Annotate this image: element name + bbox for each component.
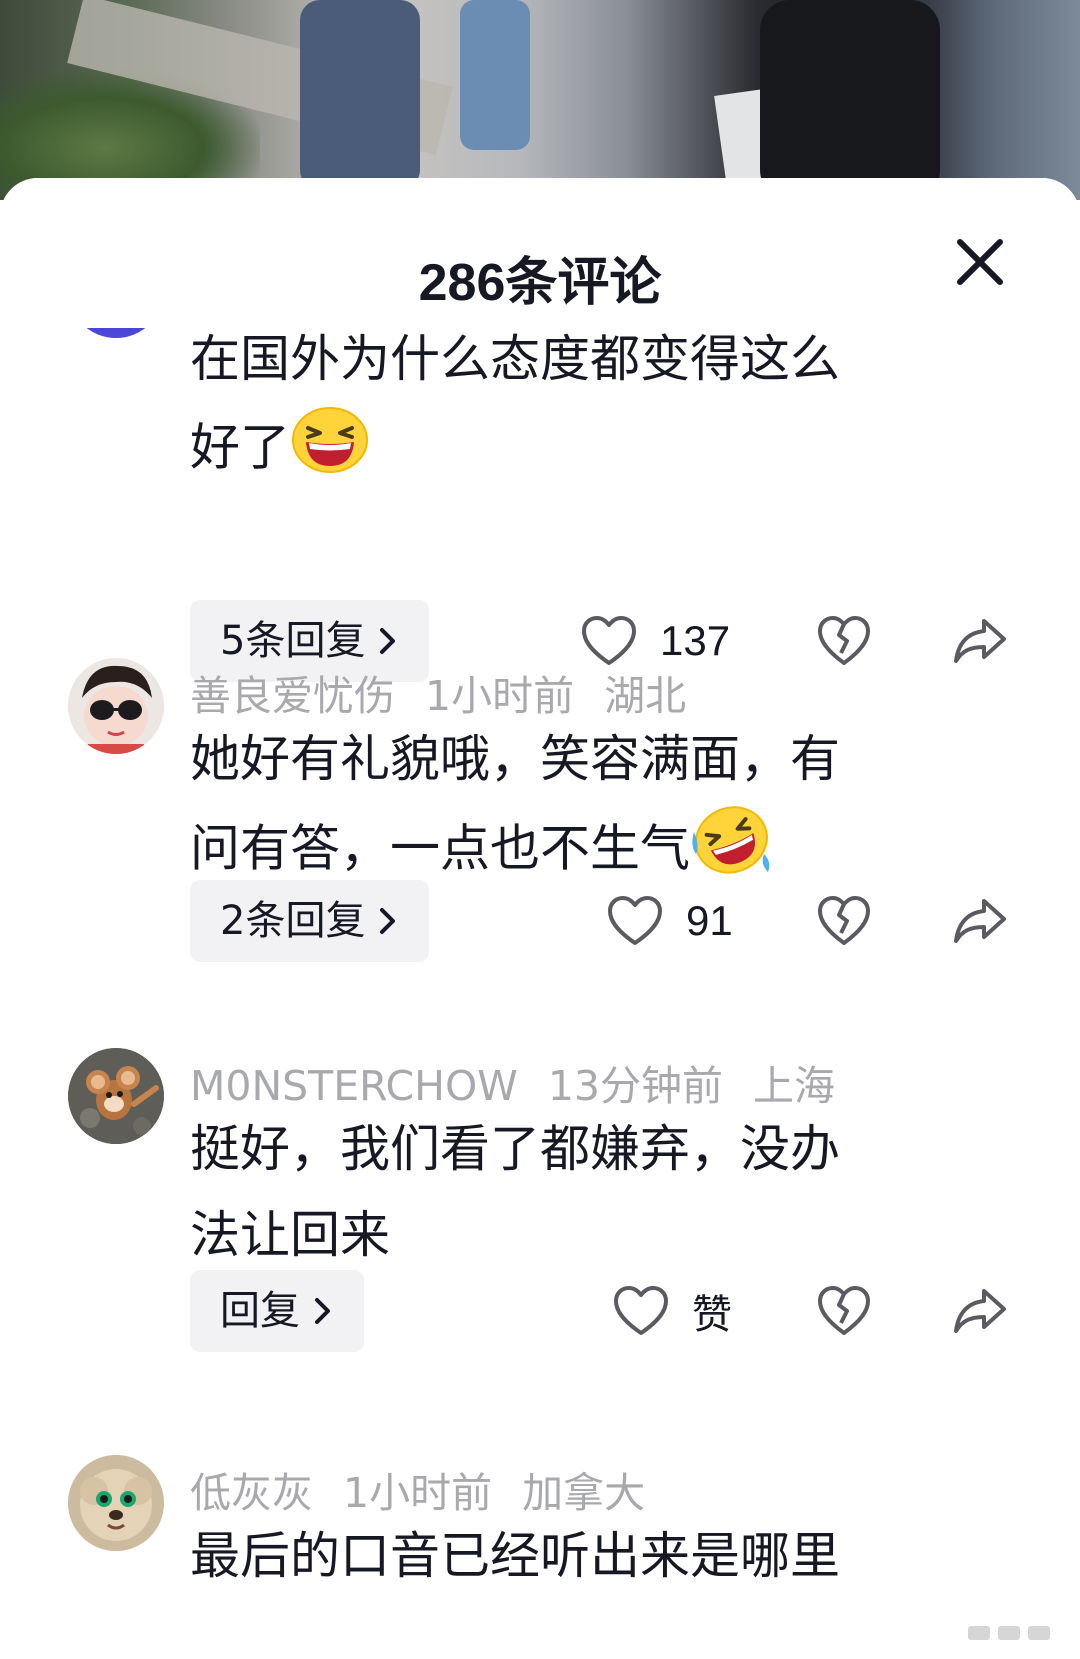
- username[interactable]: 善良爱忧伤: [190, 672, 395, 720]
- close-button[interactable]: [948, 230, 1012, 294]
- reply-label: 回复: [220, 1288, 300, 1334]
- share-button[interactable]: [950, 891, 1010, 951]
- broken-heart-icon: [814, 891, 874, 951]
- heart-icon: [580, 614, 638, 668]
- comment-sheet: 在国外为什么态度都变得这么 好了 5条回复 137 善良爱忧伤 1小时前 湖北 …: [0, 178, 1080, 1659]
- avatar[interactable]: [68, 1455, 164, 1551]
- share-arrow-icon: [950, 1281, 1010, 1341]
- view-replies-label: 2条回复: [220, 898, 366, 944]
- avatar[interactable]: [68, 658, 164, 754]
- like-count: 赞: [692, 1292, 732, 1338]
- chevron-right-icon: [377, 882, 399, 964]
- timestamp: 1小时前: [425, 672, 575, 720]
- like-button[interactable]: 91: [606, 880, 733, 962]
- share-button[interactable]: [950, 611, 1010, 671]
- like-count: 137: [660, 617, 731, 664]
- dislike-button[interactable]: [814, 1281, 874, 1341]
- video-frame: [0, 0, 1080, 200]
- share-arrow-icon: [950, 891, 1010, 951]
- video-person-jeans: [300, 0, 420, 190]
- broken-heart-icon: [814, 611, 874, 671]
- dislike-button[interactable]: [814, 891, 874, 951]
- location: 上海: [753, 1062, 835, 1110]
- comment-count-title: 286条评论: [418, 254, 662, 312]
- comment-text: 她好有礼貌哦，笑容满面，有 问有答，一点也不生气: [190, 716, 990, 902]
- close-icon: [948, 239, 1012, 298]
- chevron-right-icon: [312, 1272, 334, 1354]
- video-person-legs: [460, 0, 530, 150]
- dislike-button[interactable]: [814, 611, 874, 671]
- comment-text: 挺好，我们看了都嫌弃，没办 法让回来: [190, 1120, 840, 1264]
- location: 湖北: [604, 672, 687, 720]
- broken-heart-icon: [814, 1281, 874, 1341]
- comment-actions: 2条回复 91: [0, 880, 1080, 962]
- comment-actions: 回复 赞: [0, 1270, 1080, 1352]
- share-arrow-icon: [950, 611, 1010, 671]
- video-person-dark-coat: [760, 0, 940, 200]
- comment-text: 在国外为什么态度都变得这么 好了: [190, 316, 990, 500]
- heart-icon: [612, 1284, 670, 1338]
- username[interactable]: 低灰灰: [190, 1469, 313, 1517]
- heart-icon: [606, 894, 664, 948]
- scroll-indicator: [964, 1618, 1056, 1648]
- view-replies-label: 5条回复: [220, 618, 366, 664]
- reply-button[interactable]: 回复: [190, 1270, 364, 1352]
- username[interactable]: M0NSTERCHOW: [190, 1062, 518, 1110]
- view-replies-button[interactable]: 2条回复: [190, 880, 430, 964]
- like-count: 91: [686, 897, 733, 944]
- timestamp: 13分钟前: [547, 1062, 723, 1110]
- avatar[interactable]: [68, 1048, 164, 1144]
- comment-text: 最后的口音已经听出来是哪里: [190, 1527, 840, 1585]
- location: 加拿大: [522, 1469, 646, 1517]
- laughing-face-emoji: [290, 402, 370, 500]
- share-button[interactable]: [950, 1281, 1010, 1341]
- comment-sheet-header: 286条评论: [0, 178, 1080, 328]
- like-button[interactable]: 赞: [612, 1270, 732, 1352]
- timestamp: 1小时前: [343, 1469, 493, 1517]
